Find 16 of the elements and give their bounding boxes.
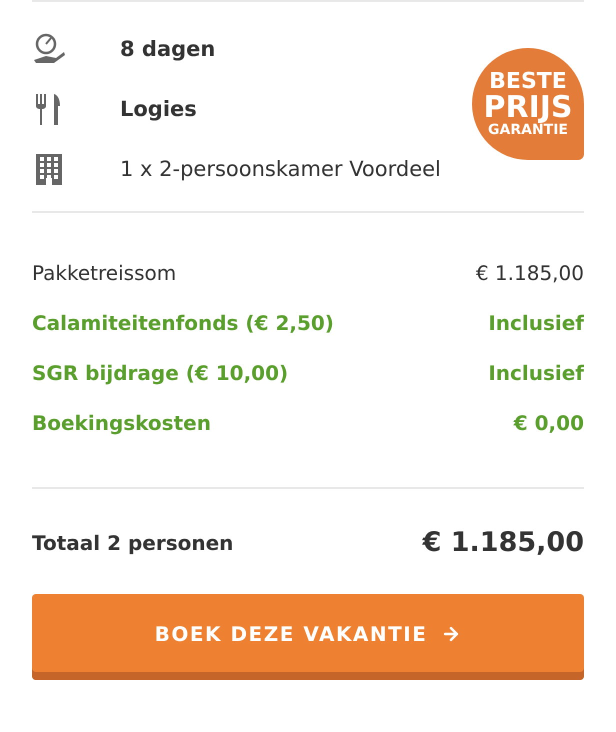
- price-label: SGR bijdrage (€ 10,00): [32, 361, 288, 385]
- price-label: Pakketreissom: [32, 261, 176, 285]
- price-label: Boekingskosten: [32, 411, 211, 435]
- price-amount: Inclusief: [488, 311, 584, 335]
- price-label: Calamiteitenfonds (€ 2,50): [32, 311, 334, 335]
- best-price-badge: BESTE PRIJS GARANTIE: [472, 48, 584, 160]
- price-amount: € 0,00: [514, 411, 584, 435]
- feature-text: Logies: [120, 97, 197, 121]
- price-amount: € 1.185,00: [476, 261, 584, 285]
- feature-text: 8 dagen: [120, 37, 216, 61]
- total-amount: € 1.185,00: [422, 527, 584, 558]
- book-button[interactable]: BOEK DEZE VAKANTIE: [32, 594, 584, 680]
- price-amount: Inclusief: [488, 361, 584, 385]
- total-label: Totaal 2 personen: [32, 530, 234, 554]
- clock-hand-icon: [32, 32, 66, 66]
- feature-text: 1 x 2-persoonskamer Voordeel: [120, 157, 441, 181]
